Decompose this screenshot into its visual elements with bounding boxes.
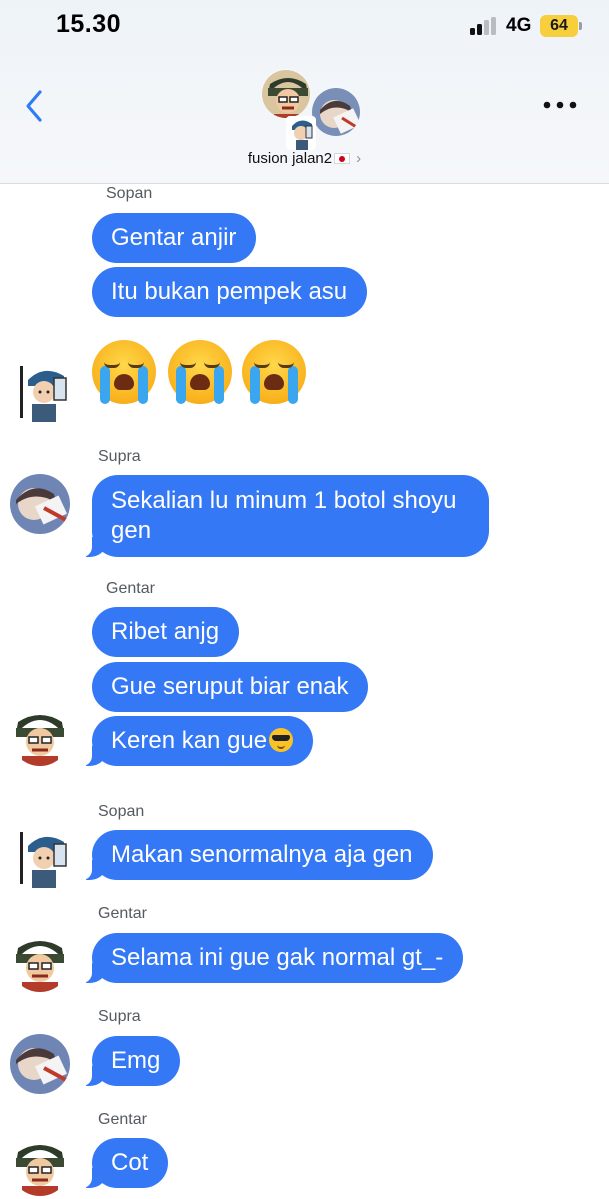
message-bubble[interactable]: Keren kan gue <box>81 716 314 766</box>
message-bubble[interactable]: Emg <box>81 1036 181 1086</box>
group-member-avatar-sopan <box>286 116 316 150</box>
avatar-gentar[interactable] <box>10 706 70 766</box>
message-bubble[interactable]: Gue seruput biar enak <box>92 662 369 712</box>
emoji-message-text: 😭 😭 😭 <box>92 340 96 341</box>
loudly-crying-face-icon <box>92 340 156 404</box>
message-bubble[interactable]: Gentar anjir <box>92 213 257 263</box>
message-text: Keren kan gue <box>111 727 268 754</box>
status-time: 15.30 <box>56 10 122 38</box>
back-button[interactable] <box>22 88 50 124</box>
message-bubble[interactable]: Makan senormalnya aja gen <box>82 830 433 880</box>
message-bubble[interactable]: Ribet anjg <box>92 607 240 657</box>
group-member-avatar-supra <box>310 86 362 138</box>
battery-cap <box>579 22 582 30</box>
avatar-gentar[interactable] <box>10 932 70 992</box>
network-type: 4G <box>506 15 532 36</box>
chevron-right-icon: › <box>356 150 362 167</box>
message-bubble[interactable]: Selama ini gue gak normal gt_- <box>81 933 464 983</box>
sender-name: Gentar <box>98 1111 147 1128</box>
sender-name: Sopan <box>98 803 145 820</box>
group-member-avatar-gentar <box>260 68 312 120</box>
emoji-message[interactable]: 😭 😭 😭 <box>92 340 312 406</box>
cellular-signal-icon <box>470 17 498 35</box>
battery-indicator: 64 <box>540 15 578 37</box>
chat-header: 15.30 4G 64 fusion jalan2 › <box>0 0 609 184</box>
group-avatar-cluster[interactable] <box>256 68 366 154</box>
group-name-link[interactable]: fusion jalan2 › <box>0 150 609 167</box>
sunglasses-emoji-icon <box>269 728 294 752</box>
avatar-sopan[interactable] <box>20 828 72 888</box>
japan-flag-icon <box>334 153 351 164</box>
ellipsis-icon <box>543 101 577 109</box>
sender-name: Gentar <box>98 905 147 922</box>
message-bubble[interactable]: Itu bukan pempek asu <box>92 267 368 317</box>
message-bubble[interactable]: Sekalian lu minum 1 botol shoyu gen <box>82 475 489 557</box>
avatar-gentar[interactable] <box>10 1136 70 1196</box>
group-name-text: fusion jalan2 <box>247 150 333 167</box>
sender-name: Gentar <box>106 580 155 597</box>
loudly-crying-face-icon <box>168 340 232 404</box>
more-options-button[interactable] <box>540 96 580 114</box>
loudly-crying-face-icon <box>242 340 306 404</box>
sender-name: Sopan <box>106 185 153 202</box>
avatar-supra[interactable] <box>10 1034 70 1094</box>
message-bubble[interactable]: Cot <box>81 1138 169 1188</box>
avatar-sopan[interactable] <box>20 362 72 422</box>
chevron-left-icon <box>26 90 42 122</box>
sender-name: Supra <box>98 448 141 465</box>
avatar-supra[interactable] <box>10 474 70 534</box>
sender-name: Supra <box>98 1008 141 1025</box>
